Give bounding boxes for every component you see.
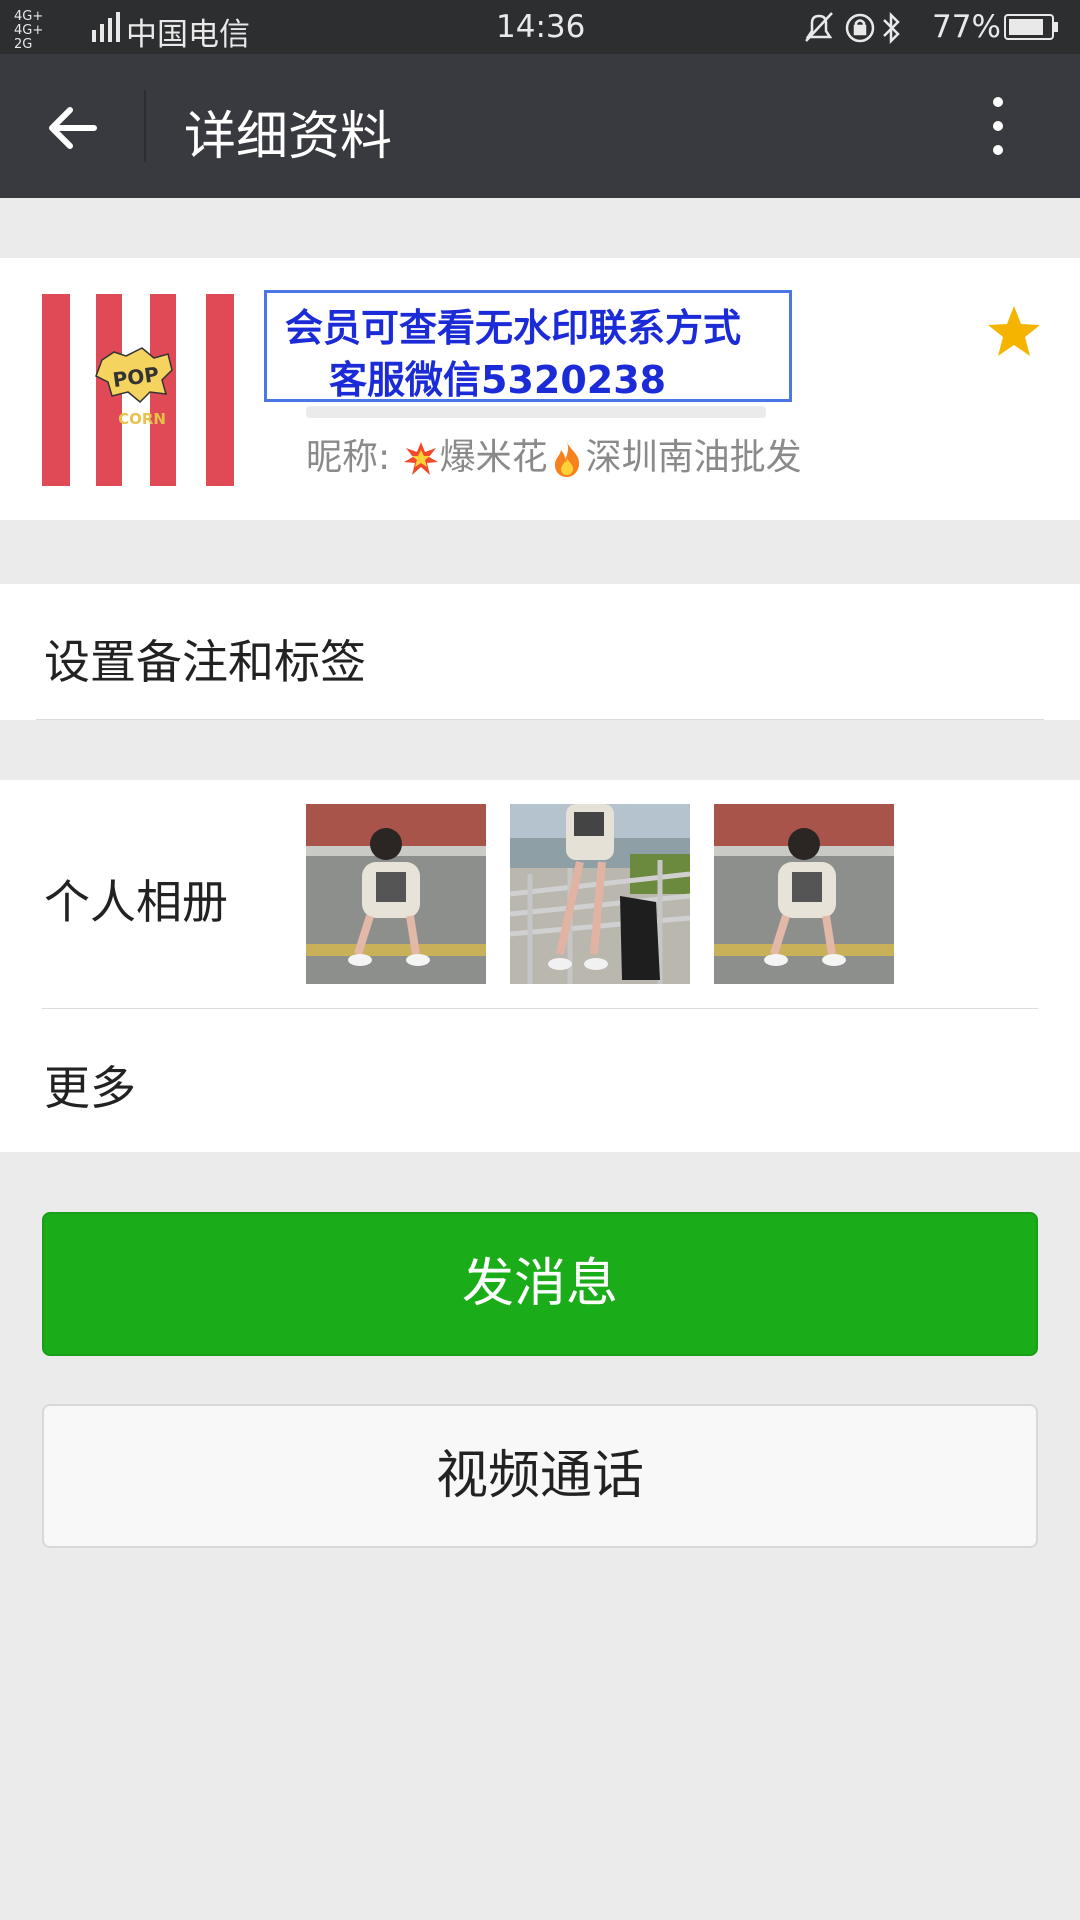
more-vertical-icon[interactable] <box>976 90 1020 162</box>
nickname: 昵称: 爆米花 深圳南油批发 <box>306 428 802 480</box>
page-title: 详细资料 <box>184 107 393 167</box>
bluetooth-icon <box>883 11 900 45</box>
watermark-line-1: 会员可查看无水印联系方式 <box>285 306 742 350</box>
profile-card: POP CORN 会员可查看无水印联系方式 客服微信5320238 昵称: 爆米… <box>0 258 1080 520</box>
star-icon[interactable] <box>984 302 1044 362</box>
watermark-line-2: 客服微信5320238 <box>329 358 667 402</box>
album-label: 个人相册 <box>44 875 228 929</box>
row-divider <box>36 719 1044 720</box>
battery-icon <box>1004 14 1058 40</box>
remark-label: 设置备注和标签 <box>44 635 366 689</box>
arrow-left-icon[interactable] <box>44 100 100 156</box>
status-bar: 4G+ 4G+ 2G 中国电信 14:36 77% <box>0 0 1080 54</box>
carrier-name: 中国电信 <box>126 17 250 53</box>
top-navbar: 详细资料 <box>0 54 1080 198</box>
remark-and-tags-row[interactable]: 设置备注和标签 <box>0 584 1080 720</box>
svg-text:CORN: CORN <box>118 410 166 428</box>
watermark-banner: 会员可查看无水印联系方式 客服微信5320238 <box>264 290 792 402</box>
obscured-wechat-id <box>306 406 766 418</box>
album-more-group: 个人相册 更多 <box>0 780 1080 1152</box>
album-photo-2[interactable] <box>510 804 690 984</box>
nickname-part1: 爆米花 <box>439 437 548 478</box>
battery-percent: 77% <box>932 9 1001 45</box>
album-photo-3[interactable] <box>714 804 894 984</box>
nickname-part2: 深圳南油批发 <box>585 437 802 478</box>
nav-divider <box>144 90 146 162</box>
signal-icon <box>92 12 120 42</box>
nickname-prefix: 昵称: <box>306 437 402 478</box>
alarm-icon <box>845 13 875 43</box>
status-icons <box>805 11 900 45</box>
clock: 14:36 <box>496 9 586 45</box>
row-divider <box>42 1008 1038 1009</box>
more-row[interactable]: 更多 <box>44 1052 136 1118</box>
explosion-emoji-icon <box>403 442 438 475</box>
mute-icon <box>805 12 833 42</box>
avatar[interactable]: POP CORN <box>42 294 234 486</box>
fire-emoji-icon <box>554 442 579 477</box>
network-type: 4G+ 4G+ 2G <box>14 9 44 52</box>
video-call-button[interactable]: 视频通话 <box>42 1404 1038 1548</box>
send-message-button[interactable]: 发消息 <box>42 1212 1038 1356</box>
album-photo-1[interactable] <box>306 804 486 984</box>
